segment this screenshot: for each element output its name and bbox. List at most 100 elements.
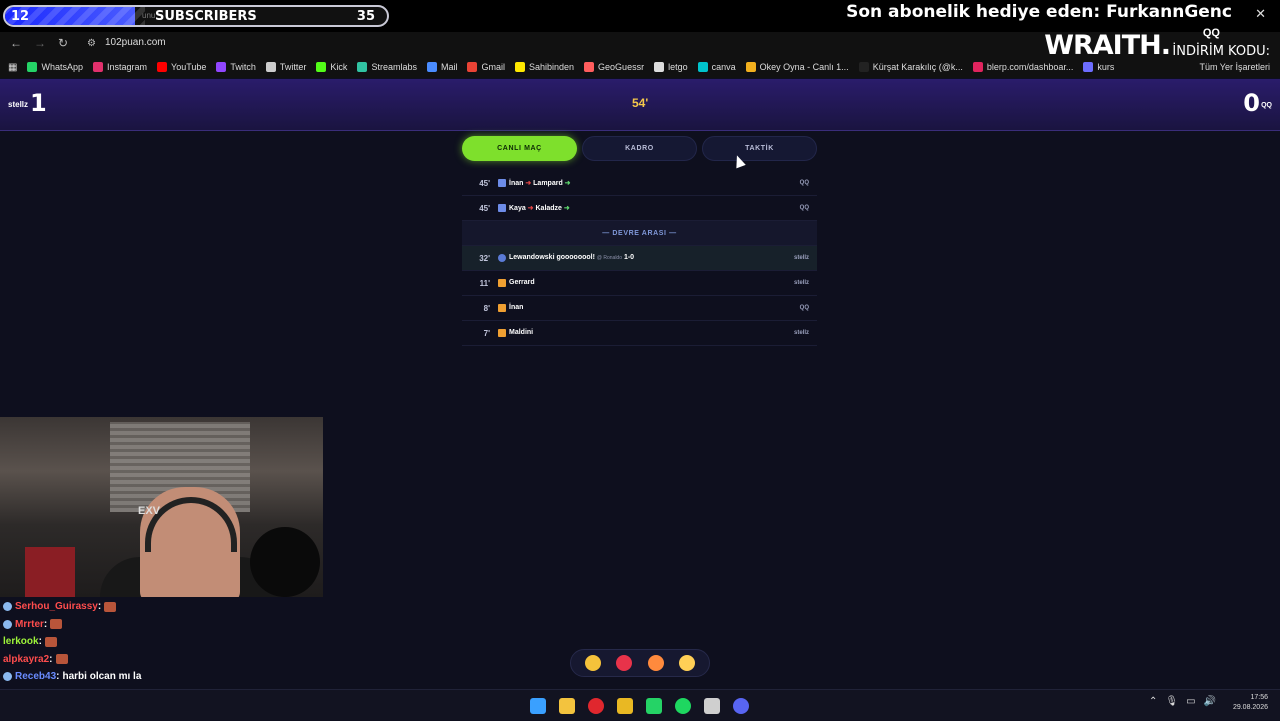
obs-icon[interactable] bbox=[704, 698, 720, 714]
match-event-row: 45' İnan ➜ Lampard ➜ QQ bbox=[462, 171, 817, 196]
bookmark-favicon-icon bbox=[357, 62, 368, 72]
bookmark-item[interactable]: Kürşat Karakılıç (@k... bbox=[858, 62, 963, 72]
bookmark-item[interactable]: Twitter bbox=[265, 62, 307, 72]
bookmark-label: WhatsApp bbox=[41, 62, 83, 72]
bookmark-favicon-icon bbox=[316, 62, 327, 72]
yellow-card-icon bbox=[498, 329, 506, 337]
url-field[interactable]: 102puan.com bbox=[105, 37, 166, 48]
close-icon[interactable]: ✕ bbox=[1255, 6, 1266, 22]
bookmark-label: Twitter bbox=[279, 62, 307, 72]
bookmark-item[interactable]: Gmail bbox=[467, 62, 505, 72]
bookmark-item[interactable]: letgo bbox=[654, 62, 688, 72]
tab-squad[interactable]: KADRO bbox=[582, 136, 697, 161]
bookmark-label: GeoGuessr bbox=[598, 62, 645, 72]
shock-emoji-icon[interactable] bbox=[679, 655, 696, 671]
chat-message: lerkook : bbox=[0, 633, 330, 651]
match-event-row: 7' Maldini stellz bbox=[462, 321, 817, 346]
player-in: Lampard bbox=[533, 180, 563, 187]
file-explorer-icon[interactable] bbox=[559, 698, 575, 714]
player-in: Kaladze bbox=[535, 205, 562, 212]
bookmark-label: Instagram bbox=[106, 62, 148, 72]
event-text: İnan ➜ Lampard ➜ bbox=[509, 179, 571, 187]
arrow-out-icon: ➜ bbox=[525, 205, 536, 212]
bookmark-favicon-icon bbox=[265, 62, 276, 72]
event-minute: 8' bbox=[483, 304, 490, 313]
match-event-row: 8' İnan QQ bbox=[462, 296, 817, 321]
apps-grid-icon[interactable]: ▦ bbox=[8, 62, 17, 73]
chrome-icon[interactable] bbox=[617, 698, 633, 714]
angry-emoji-icon[interactable] bbox=[616, 655, 633, 671]
bookmark-item[interactable]: Sahibinden bbox=[515, 62, 574, 72]
bookmark-item[interactable]: kurs bbox=[1083, 62, 1114, 72]
system-tray[interactable]: ⌃🎙▭🔊 bbox=[1149, 696, 1224, 707]
bookmark-favicon-icon bbox=[584, 62, 595, 72]
player-out: Kaya bbox=[509, 205, 526, 212]
event-team: stellz bbox=[793, 255, 809, 261]
chat-badge-icon bbox=[3, 619, 12, 629]
scoreboard: stellz 1 54' 0 QQ bbox=[0, 79, 1280, 131]
event-team: stellz bbox=[793, 330, 809, 336]
bookmark-item[interactable]: GeoGuessr bbox=[584, 62, 644, 72]
bookmark-favicon-icon bbox=[157, 62, 168, 72]
bookmark-label: letgo bbox=[668, 62, 688, 72]
webcam-feed: EXV bbox=[0, 417, 323, 597]
chat-username: alpkayra2 bbox=[3, 653, 50, 665]
event-team: QQ bbox=[799, 180, 809, 186]
laugh-emoji-icon[interactable] bbox=[584, 655, 601, 671]
donor-ticker: Son abonelik hediye eden: FurkannGenc bbox=[846, 2, 1232, 22]
yellow-card-icon bbox=[498, 279, 506, 287]
event-text: Gerrard bbox=[509, 279, 535, 286]
bookmark-item[interactable]: Okey Oyna - Canlı 1... bbox=[745, 62, 849, 72]
bookmark-item[interactable]: WhatsApp bbox=[27, 62, 83, 72]
tab-live-match[interactable]: CANLI MAÇ bbox=[462, 136, 577, 161]
chat-separator: : bbox=[38, 636, 42, 648]
reload-icon[interactable]: ↻ bbox=[58, 36, 68, 50]
bookmark-favicon-icon bbox=[745, 62, 756, 72]
chat-separator: : bbox=[97, 601, 102, 613]
bookmark-label: Okey Oyna - Canlı 1... bbox=[759, 62, 849, 72]
subscriber-goal-bar: 12 unu SUBSCRIBERS 35 bbox=[3, 5, 389, 27]
bookmark-item[interactable]: canva bbox=[697, 62, 736, 72]
jersey-image bbox=[25, 547, 75, 597]
goal-text: Lewandowski goooooool! bbox=[509, 254, 595, 261]
event-team: QQ bbox=[799, 205, 809, 211]
bookmark-label: YouTube bbox=[171, 62, 207, 72]
bookmark-item[interactable]: Streamlabs bbox=[357, 62, 417, 72]
discount-code-value: QQ bbox=[1202, 27, 1220, 39]
event-text: İnan bbox=[509, 304, 524, 311]
cap-logo-text: EXV bbox=[138, 505, 161, 517]
bookmark-favicon-icon bbox=[697, 62, 708, 72]
windows-start-icon[interactable] bbox=[530, 698, 546, 714]
bookmark-label: Kürşat Karakılıç (@k... bbox=[872, 62, 963, 72]
opera-icon[interactable] bbox=[588, 698, 604, 714]
discord-icon[interactable] bbox=[733, 698, 749, 714]
match-event-row: 32' Lewandowski goooooool! @ Ronaldo 1-0 s… bbox=[462, 246, 817, 271]
bookmark-item[interactable]: YouTube bbox=[157, 62, 206, 72]
site-info-icon[interactable]: ⚙ bbox=[87, 38, 96, 49]
player-out: İnan bbox=[509, 180, 524, 187]
halftime-divider: — DEVRE ARASI — bbox=[462, 221, 817, 246]
fire-emoji-icon[interactable] bbox=[647, 655, 664, 671]
all-bookmarks-link[interactable]: Tüm Yer İşaretleri bbox=[1199, 62, 1270, 72]
bookmark-item[interactable]: Kick bbox=[316, 62, 347, 72]
bookmark-favicon-icon bbox=[1083, 62, 1094, 72]
forward-icon[interactable]: → bbox=[34, 36, 46, 50]
chat-message: Mrrter : bbox=[0, 616, 330, 634]
whatsapp-icon[interactable] bbox=[646, 698, 662, 714]
chat-username: Serhou_Guirassy bbox=[15, 601, 98, 613]
bookmark-item[interactable]: Twitch bbox=[216, 62, 256, 72]
subscriber-ghost-text: unu bbox=[142, 11, 156, 20]
bookmark-favicon-icon bbox=[972, 62, 983, 72]
substitution-icon bbox=[498, 179, 506, 187]
subscriber-title: SUBSCRIBERS bbox=[155, 9, 257, 24]
bookmark-item[interactable]: Mail bbox=[426, 62, 457, 72]
bookmark-item[interactable]: Instagram bbox=[92, 62, 148, 72]
chat-message: Serhou_Guirassy : bbox=[0, 598, 330, 616]
back-icon[interactable]: ← bbox=[10, 36, 22, 50]
bookmark-item[interactable]: blerp.com/dashboar... bbox=[972, 62, 1073, 72]
chat-username: lerkook bbox=[3, 636, 39, 648]
chat-message: Receb43 : harbi olcan mı la bbox=[0, 668, 330, 686]
spotify-icon[interactable] bbox=[675, 698, 691, 714]
goal-ball-icon bbox=[498, 254, 506, 262]
tab-tactic[interactable]: TAKTİK bbox=[702, 136, 817, 161]
